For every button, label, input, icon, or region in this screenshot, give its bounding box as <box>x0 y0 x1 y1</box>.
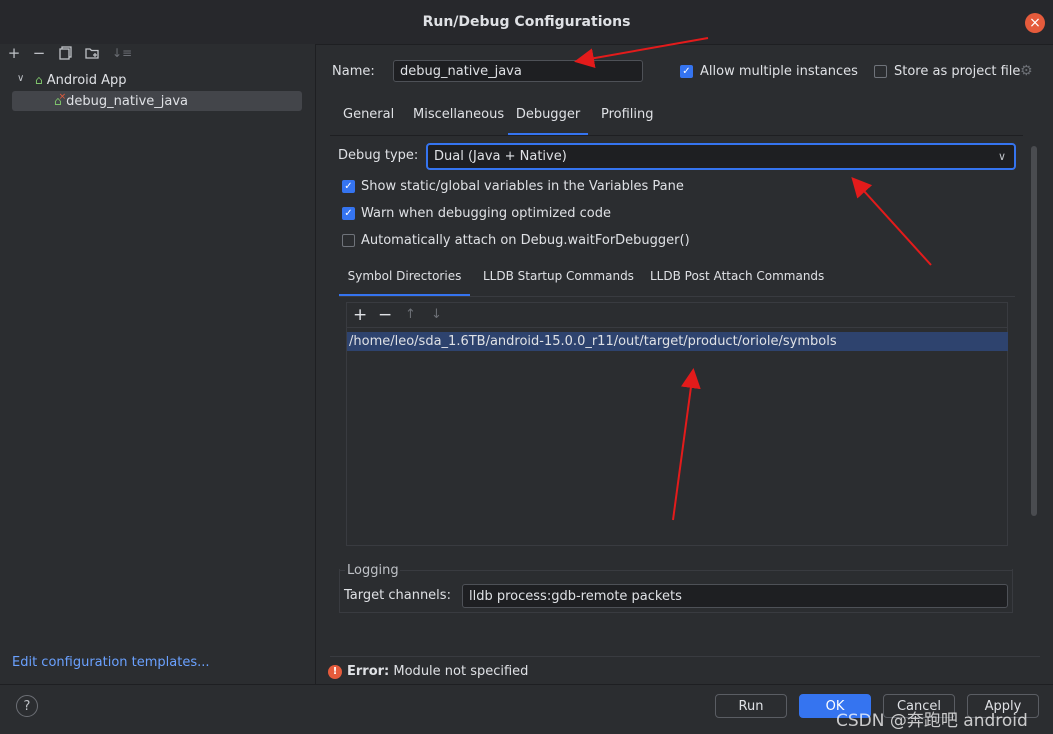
annotation-arrow <box>851 177 932 266</box>
annotation-arrow <box>574 37 709 69</box>
annotation-arrow <box>672 368 701 521</box>
watermark: CSDN @奔跑吧 android <box>836 711 1028 731</box>
annotation-arrows <box>574 37 932 521</box>
